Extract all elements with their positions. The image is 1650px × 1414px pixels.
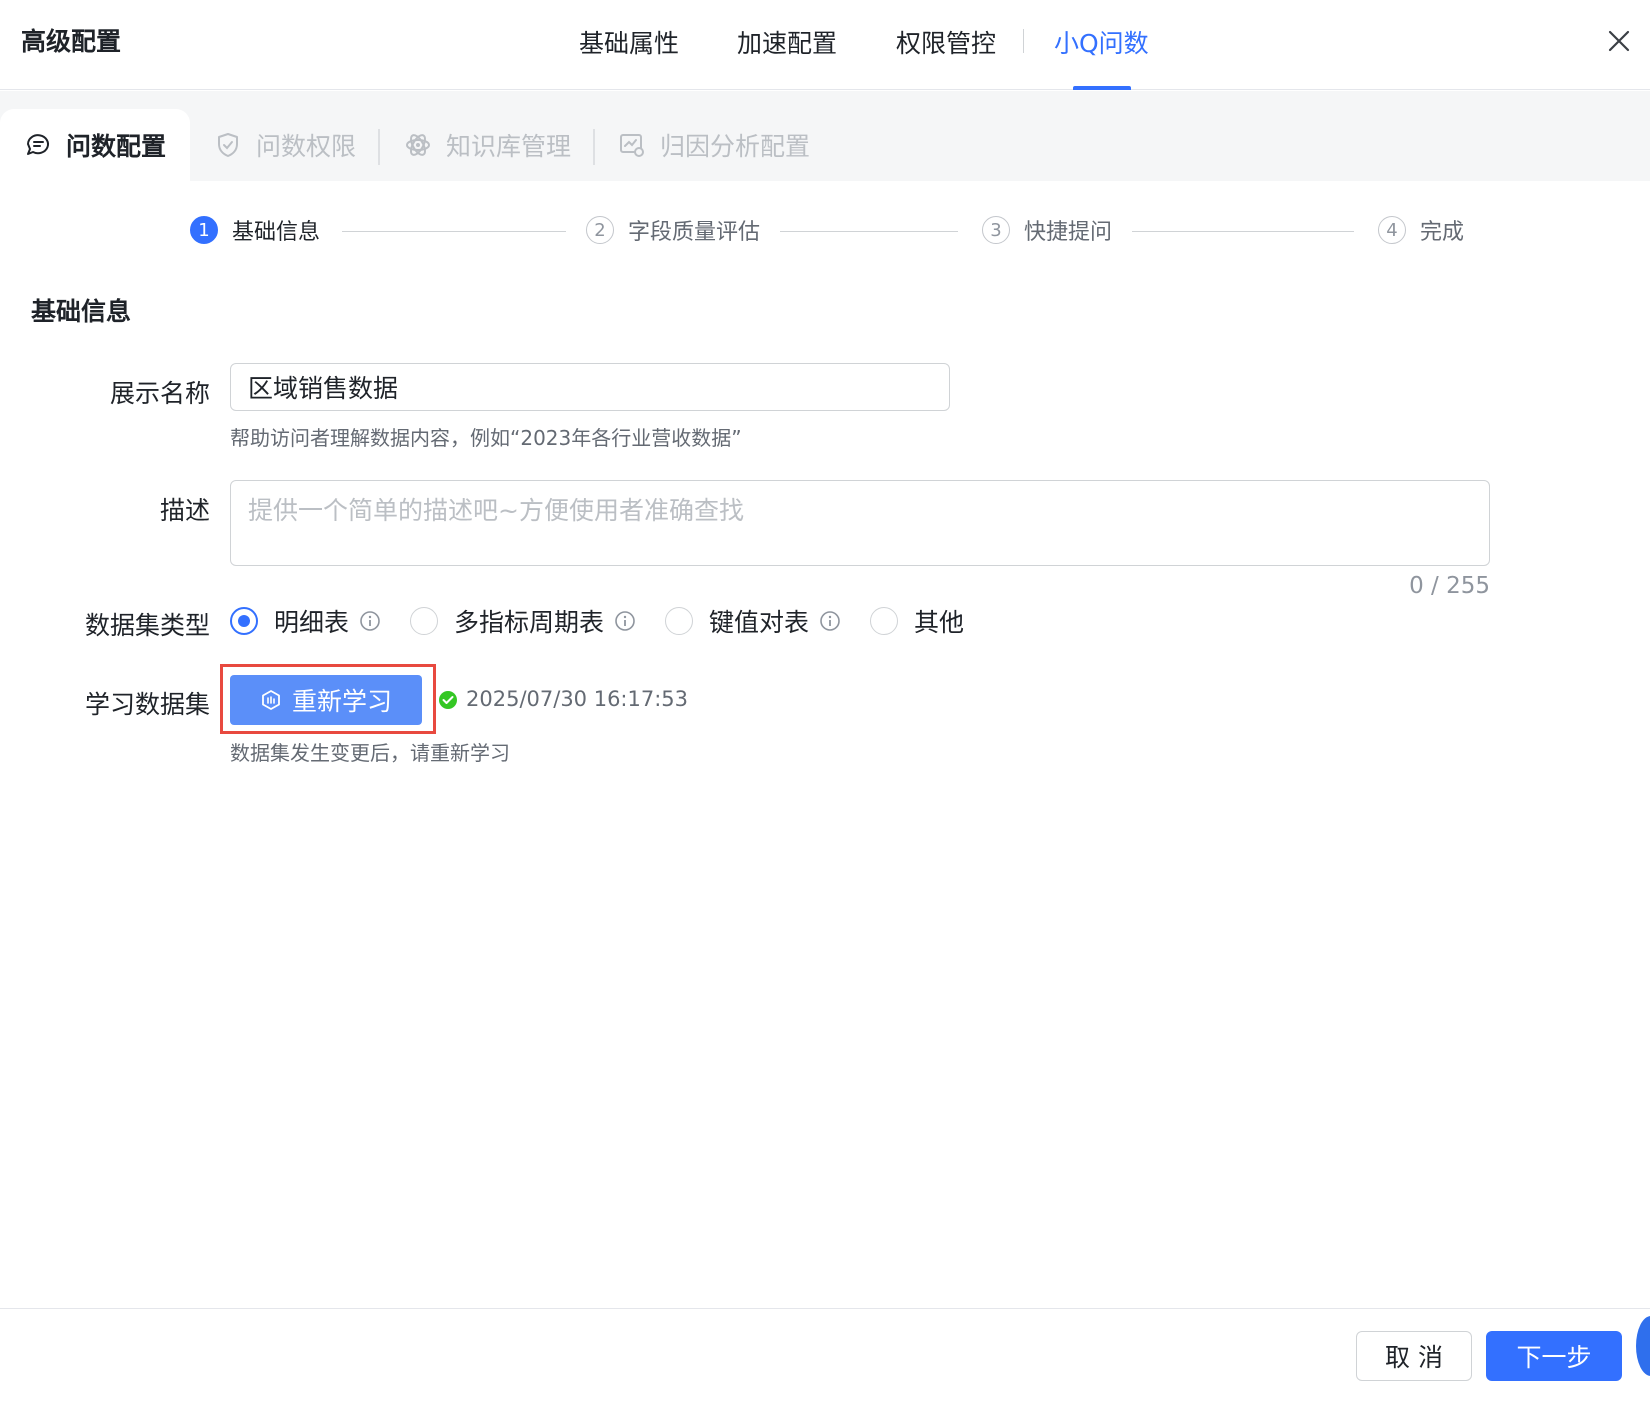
next-step-button[interactable]: 下一步 bbox=[1486, 1331, 1622, 1381]
subtab-divider bbox=[378, 129, 380, 165]
advanced-config-dialog: 高级配置 基础属性 加速配置 权限管控 小Q问数 问数配置 问数权限 知识库管理… bbox=[0, 0, 1650, 1414]
step-complete: 4 完成 bbox=[1378, 214, 1464, 246]
relearn-button[interactable]: 重新学习 bbox=[230, 675, 422, 725]
chat-bubble-icon bbox=[27, 134, 49, 155]
radio-circle bbox=[665, 607, 693, 635]
step-label: 快捷提问 bbox=[1024, 220, 1113, 245]
step-field-quality: 2 字段质量评估 bbox=[586, 214, 760, 246]
radio-circle bbox=[870, 607, 898, 635]
step-quick-question: 3 快捷提问 bbox=[982, 214, 1112, 246]
learn-timestamp: 2025/07/30 16:17:53 bbox=[466, 687, 689, 711]
radio-circle bbox=[230, 607, 258, 635]
display-name-value: 区域销售数据 bbox=[248, 374, 399, 403]
radio-label: 多指标周期表 bbox=[454, 608, 605, 637]
description-placeholder: 提供一个简单的描述吧~方便使用者准确查找 bbox=[248, 496, 744, 525]
cancel-button[interactable]: 取 消 bbox=[1356, 1331, 1472, 1381]
display-name-input[interactable]: 区域销售数据 bbox=[230, 363, 950, 411]
subtab-knowledge-base[interactable]: 知识库管理 bbox=[404, 109, 571, 181]
step-label: 基础信息 bbox=[232, 220, 321, 245]
learn-help: 数据集发生变更后，请重新学习 bbox=[230, 741, 510, 765]
dialog-header: 高级配置 基础属性 加速配置 权限管控 小Q问数 bbox=[0, 0, 1650, 90]
tab-permissions[interactable]: 权限管控 bbox=[896, 24, 996, 60]
atom-icon bbox=[406, 134, 430, 156]
tab-divider bbox=[1023, 29, 1024, 53]
subtab-label: 知识库管理 bbox=[446, 132, 572, 161]
step-number: 1 bbox=[190, 216, 218, 244]
dialog-footer: 取 消 下一步 bbox=[0, 1308, 1650, 1414]
display-name-label: 展示名称 bbox=[109, 379, 210, 408]
subtab-divider bbox=[593, 129, 595, 165]
description-label: 描述 bbox=[159, 496, 210, 525]
close-button[interactable] bbox=[1604, 26, 1634, 56]
radio-label: 明细表 bbox=[274, 608, 350, 637]
info-icon[interactable] bbox=[359, 610, 381, 632]
step-number: 2 bbox=[586, 216, 614, 244]
step-label: 字段质量评估 bbox=[628, 220, 761, 245]
subtab-bar: 问数配置 问数权限 知识库管理 归因分析配置 bbox=[0, 91, 1650, 181]
description-textarea[interactable]: 提供一个简单的描述吧~方便使用者准确查找 bbox=[230, 480, 1490, 566]
radio-circle bbox=[410, 607, 438, 635]
step-basic-info: 1 基础信息 bbox=[190, 214, 320, 246]
analysis-chart-icon bbox=[620, 134, 644, 157]
radio-detail-table[interactable]: 明细表 bbox=[230, 603, 381, 639]
subtab-label: 问数权限 bbox=[256, 132, 357, 161]
learn-dataset-label: 学习数据集 bbox=[84, 690, 210, 719]
step-indicator: 1 基础信息 2 字段质量评估 3 快捷提问 4 完成 bbox=[0, 200, 1650, 260]
subtab-query-permission[interactable]: 问数权限 bbox=[214, 109, 356, 181]
section-title: 基础信息 bbox=[31, 297, 132, 326]
ai-chip-icon bbox=[262, 690, 280, 710]
dataset-type-label: 数据集类型 bbox=[84, 611, 210, 640]
radio-label: 其他 bbox=[914, 608, 965, 637]
step-number: 3 bbox=[982, 216, 1010, 244]
dialog-title: 高级配置 bbox=[21, 27, 122, 56]
active-tab-indicator bbox=[1073, 86, 1131, 90]
info-icon[interactable] bbox=[614, 610, 636, 632]
tab-acceleration[interactable]: 加速配置 bbox=[737, 24, 837, 60]
radio-other[interactable]: 其他 bbox=[870, 603, 964, 639]
subtab-label: 问数配置 bbox=[66, 132, 167, 161]
radio-multi-metric-table[interactable]: 多指标周期表 bbox=[410, 603, 636, 639]
relearn-button-label: 重新学习 bbox=[291, 687, 392, 716]
tab-basic-properties[interactable]: 基础属性 bbox=[579, 24, 679, 60]
step-connector bbox=[1132, 231, 1354, 232]
subtab-label: 归因分析配置 bbox=[660, 132, 811, 161]
success-check-icon bbox=[439, 691, 457, 709]
step-connector bbox=[780, 231, 958, 232]
step-number: 4 bbox=[1378, 216, 1406, 244]
close-icon bbox=[1608, 30, 1630, 52]
step-label: 完成 bbox=[1420, 220, 1465, 245]
display-name-help: 帮助访问者理解数据内容，例如“2023年各行业营收数据” bbox=[230, 426, 742, 450]
char-counter: 0 / 255 bbox=[1409, 573, 1490, 599]
radio-label: 键值对表 bbox=[709, 608, 810, 637]
subtab-attribution-analysis[interactable]: 归因分析配置 bbox=[618, 109, 810, 181]
radio-key-value-table[interactable]: 键值对表 bbox=[665, 603, 841, 639]
step-connector bbox=[342, 231, 566, 232]
info-icon[interactable] bbox=[819, 610, 841, 632]
shield-check-icon bbox=[218, 133, 238, 157]
subtab-query-config[interactable]: 问数配置 bbox=[0, 109, 190, 181]
tab-xiaoq-query[interactable]: 小Q问数 bbox=[1054, 24, 1149, 60]
